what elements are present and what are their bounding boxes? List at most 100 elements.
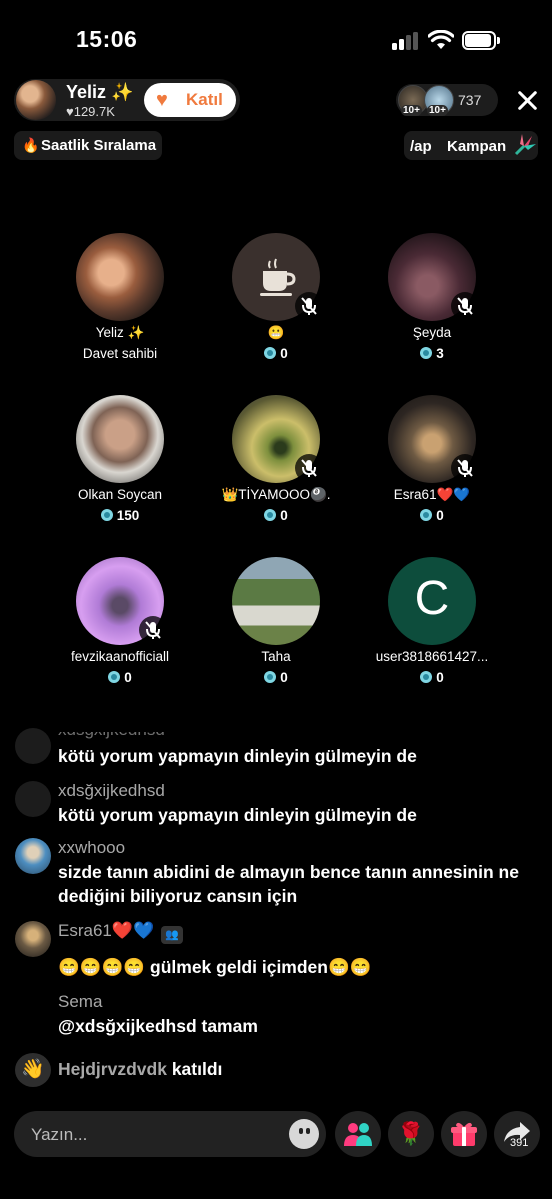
join-button-label: Katıl (186, 90, 223, 109)
viewer-level-badge: 10+ (427, 105, 448, 116)
guest-seat[interactable]: Şeyda 3 (357, 233, 507, 373)
wave-icon: 👋 (15, 1053, 51, 1087)
guest-name: Taha (261, 649, 291, 664)
mic-muted-icon (295, 292, 323, 320)
close-icon[interactable] (514, 86, 540, 114)
chat-avatar[interactable] (15, 781, 51, 817)
guest-seat[interactable]: Cuser3818661427... 0 (357, 557, 507, 697)
guest-coin-value: 0 (280, 346, 288, 361)
battery-icon (462, 31, 500, 50)
guest-name: Olkan Soycan (77, 487, 163, 502)
join-button[interactable]: ♥ Katıl (144, 83, 236, 117)
hourly-ranking-button[interactable]: 🔥 Saatlik Sıralama (14, 131, 162, 160)
join-notification: 👋 Hejdjrvzdvdk katıldı (0, 1053, 552, 1087)
guest-name: Şeyda (412, 325, 452, 340)
guest-avatar[interactable] (232, 557, 320, 645)
guest-coin-count: 0 (201, 508, 351, 523)
chat-username[interactable]: Sema (58, 992, 102, 1012)
share-count: 391 (510, 1137, 529, 1149)
guests-button[interactable] (335, 1111, 381, 1157)
guest-name: fevzikaanofficiall (70, 649, 170, 664)
chat-text: 😁😁😁😁 gülmek geldi içimden😁😁 (58, 957, 372, 977)
guest-avatar[interactable]: C (388, 557, 476, 645)
guest-coin-count: 0 (357, 670, 507, 685)
chat-text: kötü yorum yapmayın dinleyin gülmeyin de (58, 805, 417, 825)
chat-username[interactable]: xxwhooo (58, 838, 125, 858)
guest-coin-count: 0 (357, 508, 507, 523)
guest-seat[interactable]: Yeliz ✨ Davet sahibi (45, 233, 195, 373)
hourly-ranking-label: Saatlik Sıralama (41, 137, 157, 154)
coin-icon (420, 509, 433, 521)
join-username[interactable]: Hejdjrvzdvdk (58, 1059, 167, 1079)
mic-muted-icon (295, 454, 323, 482)
mic-muted-icon (451, 454, 479, 482)
guest-coin-count: 0 (45, 670, 195, 685)
guest-role: Davet sahibi (82, 346, 158, 361)
chat-avatar[interactable] (15, 921, 51, 957)
guest-name: 😬 (267, 325, 285, 340)
campaign-label: Kampan (447, 138, 507, 155)
status-time: 15:06 (76, 26, 138, 52)
chat-avatar[interactable] (15, 728, 51, 764)
guest-seat[interactable]: 👑TİYAMOOO🎱. 0 (201, 395, 351, 535)
campaign-button[interactable]: /ap Kampan (404, 131, 538, 160)
chat-username[interactable]: xdsğxijkedhsd (58, 781, 165, 801)
host-avatar[interactable] (16, 80, 56, 120)
emoji-icon[interactable] (289, 1119, 319, 1149)
guest-seat[interactable]: Taha 0 (201, 557, 351, 697)
guest-coin-count: 0 (201, 670, 351, 685)
status-bar: 15:06 (0, 0, 552, 80)
guest-name: Esra61❤️💙 (393, 487, 471, 502)
chat-text: kötü yorum yapmayın dinleyin gülmeyin de (58, 746, 417, 766)
coin-icon (420, 671, 433, 683)
chat-username[interactable]: xdsğxijkedhsd (58, 732, 165, 740)
chat-username[interactable]: Esra61❤️💙 👥 (58, 921, 183, 944)
guest-name: user3818661427... (375, 649, 489, 664)
coin-icon (108, 671, 121, 683)
viewer-avatar[interactable]: 10+ (424, 85, 454, 116)
coin-icon (264, 347, 277, 359)
comment-input[interactable]: Yazın... (14, 1111, 326, 1157)
rose-icon: 🌹 (397, 1121, 425, 1146)
host-likes: ♥129.7K (66, 104, 115, 119)
guest-seat[interactable]: 😬 0 (201, 233, 351, 373)
guest-coin-count: 3 (357, 346, 507, 361)
viewer-level-badge: 10+ (401, 105, 422, 116)
chat-list: xdsğxijkedhsd kötü yorum yapmayın dinley… (0, 720, 552, 1090)
chat-avatar[interactable] (15, 838, 51, 874)
guest-avatar[interactable] (76, 233, 164, 321)
comment-placeholder: Yazın... (31, 1125, 88, 1144)
guest-coin-value: 3 (436, 346, 444, 361)
gift-button[interactable] (441, 1111, 487, 1157)
guest-seat[interactable]: fevzikaanofficiall 0 (45, 557, 195, 697)
join-notification-text: Hejdjrvzdvdk katıldı (58, 1059, 222, 1080)
chat-username-text[interactable]: Esra61❤️💙 (58, 921, 154, 940)
guest-coin-count: 0 (201, 346, 351, 361)
guest-seat[interactable]: Esra61❤️💙 0 (357, 395, 507, 535)
guest-coin-value: 0 (280, 508, 288, 523)
guest-coin-value: 150 (116, 508, 140, 523)
share-button[interactable]: 391 (494, 1111, 540, 1157)
gift-icon (451, 1122, 477, 1146)
guest-seat[interactable]: Olkan Soycan 150 (45, 395, 195, 535)
chat-text: @xdsğxijkedhsd tamam (58, 1016, 258, 1036)
fire-icon: 🔥 (22, 137, 40, 153)
mic-muted-icon (139, 616, 167, 644)
guest-coin-value: 0 (436, 508, 444, 523)
flower-icon (514, 134, 536, 156)
coin-icon (264, 509, 277, 521)
top-viewers[interactable]: 10+ 10+ 737 (396, 84, 498, 116)
rose-gift-button[interactable]: 🌹 (388, 1111, 434, 1157)
campaign-label-partial: /ap (410, 138, 432, 155)
host-info[interactable]: Yeliz ✨ ♥129.7K ♥ Katıl (14, 79, 240, 121)
coin-icon (420, 347, 433, 359)
avatar-letter: C (414, 572, 450, 625)
friend-badge-icon: 👥 (160, 926, 183, 944)
join-action: katıldı (171, 1059, 223, 1079)
coin-icon (100, 509, 113, 521)
guest-coin-value: 0 (280, 670, 288, 685)
guest-coin-value: 0 (436, 670, 444, 685)
mic-muted-icon (451, 292, 479, 320)
people-icon (344, 1123, 372, 1146)
guest-avatar[interactable] (76, 395, 164, 483)
